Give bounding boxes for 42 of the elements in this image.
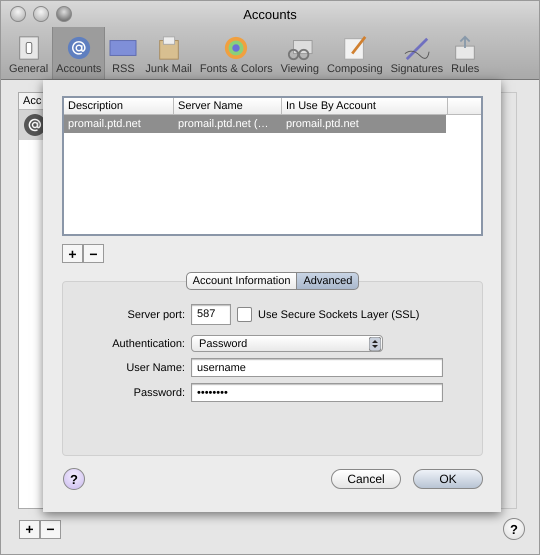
toolbar-item[interactable]: Composing — [322, 27, 387, 79]
add-button[interactable]: + — [62, 244, 83, 263]
remove-button[interactable]: − — [40, 520, 61, 538]
table-cell-text: promail.ptd.net (… — [177, 117, 270, 132]
zoom-button[interactable] — [56, 6, 72, 22]
field-label: Server port: — [126, 308, 185, 320]
pen-icon — [402, 35, 431, 61]
user-name-field[interactable]: username — [191, 358, 443, 377]
tab[interactable]: Advanced — [297, 272, 360, 290]
field-label: Password: — [132, 386, 185, 398]
stepper-arrows-icon — [369, 336, 381, 350]
checkbox-label: Use Secure Sockets Layer (SSL) — [258, 308, 420, 320]
toolbar-item[interactable]: General — [5, 27, 52, 79]
cancel-button[interactable]: Cancel — [331, 469, 401, 489]
toolbar-item[interactable]: Junk Mail — [141, 27, 196, 79]
help-button[interactable]: ? — [63, 468, 85, 490]
add-button[interactable]: + — [19, 520, 40, 538]
ok-button[interactable]: OK — [413, 469, 483, 489]
tab[interactable]: Account Information — [186, 272, 298, 290]
column-header[interactable]: Description — [64, 98, 174, 114]
toolbar-item[interactable]: Fonts & Colors — [196, 27, 277, 79]
close-button[interactable] — [10, 6, 26, 22]
port-field[interactable]: 587 — [191, 304, 231, 325]
table-cell-text: promail.ptd.net — [285, 117, 360, 132]
field-label: Authentication: — [111, 338, 185, 350]
toolbar-item[interactable]: Viewing — [276, 27, 323, 79]
header-cell — [448, 98, 481, 114]
help-button[interactable]: ? — [503, 518, 525, 540]
toolbar-item[interactable]: Accounts — [52, 27, 106, 79]
minimize-button[interactable] — [33, 6, 49, 22]
authentication-dropdown[interactable]: Password — [191, 335, 383, 352]
toolbar-item[interactable]: Rules — [447, 27, 484, 79]
toolbar-item[interactable]: RSS — [105, 27, 142, 79]
table-cell-text: promail.ptd.net — [67, 117, 142, 132]
password-field[interactable]: •••••••• — [191, 383, 443, 402]
column-header[interactable]: In Use By Account — [282, 98, 448, 114]
checkbox[interactable] — [237, 307, 252, 322]
window-title: Accounts — [243, 6, 297, 22]
field-label: User Name: — [125, 362, 185, 374]
toolbar-item[interactable]: Signatures — [386, 27, 448, 79]
remove-button[interactable]: − — [83, 244, 104, 263]
column-header[interactable]: Server Name — [174, 98, 282, 114]
